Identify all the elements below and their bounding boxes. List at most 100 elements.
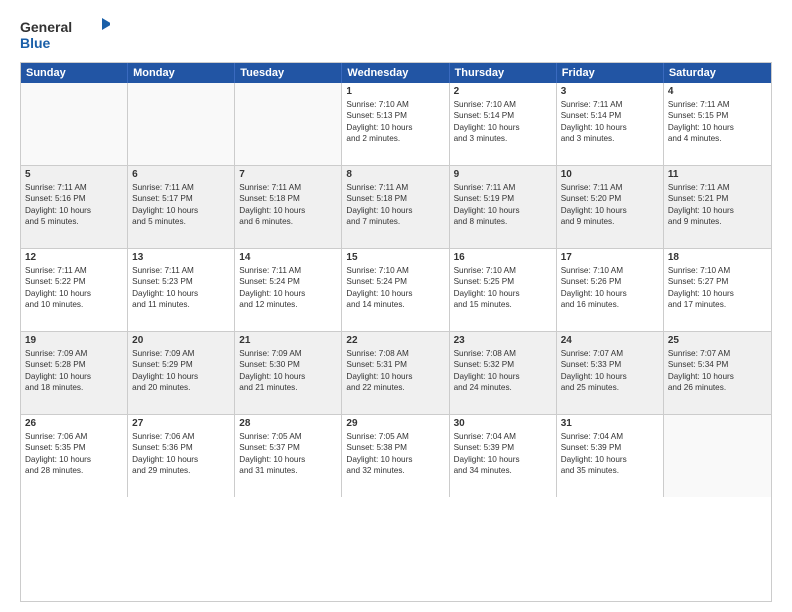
cell-line: and 3 minutes. [454,133,552,144]
cell-line: and 3 minutes. [561,133,659,144]
cal-cell: 22Sunrise: 7:08 AMSunset: 5:31 PMDayligh… [342,332,449,414]
cell-line: Daylight: 10 hours [25,371,123,382]
cell-line: Sunrise: 7:08 AM [346,348,444,359]
cell-line: Sunrise: 7:11 AM [132,265,230,276]
cell-line: Sunset: 5:30 PM [239,359,337,370]
cell-line: Sunrise: 7:04 AM [561,431,659,442]
cell-line: and 17 minutes. [668,299,767,310]
cell-line: and 34 minutes. [454,465,552,476]
cell-line: Sunrise: 7:11 AM [239,182,337,193]
day-number: 14 [239,252,337,263]
cell-line: Daylight: 10 hours [561,122,659,133]
cal-header-wednesday: Wednesday [342,63,449,83]
cell-line: and 31 minutes. [239,465,337,476]
cell-line: Daylight: 10 hours [132,454,230,465]
cell-line: Sunrise: 7:11 AM [668,182,767,193]
day-number: 3 [561,86,659,97]
cell-line: and 35 minutes. [561,465,659,476]
cal-header-thursday: Thursday [450,63,557,83]
cell-line: Sunset: 5:26 PM [561,276,659,287]
cell-line: and 5 minutes. [25,216,123,227]
cal-cell: 3Sunrise: 7:11 AMSunset: 5:14 PMDaylight… [557,83,664,165]
cal-cell: 13Sunrise: 7:11 AMSunset: 5:23 PMDayligh… [128,249,235,331]
cell-line: Sunset: 5:15 PM [668,110,767,121]
cell-line: Sunset: 5:24 PM [239,276,337,287]
cal-week-5: 26Sunrise: 7:06 AMSunset: 5:35 PMDayligh… [21,415,771,497]
cell-line: Sunset: 5:29 PM [132,359,230,370]
cal-cell: 26Sunrise: 7:06 AMSunset: 5:35 PMDayligh… [21,415,128,497]
cell-line: Sunrise: 7:11 AM [346,182,444,193]
cell-line: Daylight: 10 hours [346,205,444,216]
cell-line: Sunrise: 7:11 AM [132,182,230,193]
cal-week-2: 5Sunrise: 7:11 AMSunset: 5:16 PMDaylight… [21,166,771,249]
cal-cell: 17Sunrise: 7:10 AMSunset: 5:26 PMDayligh… [557,249,664,331]
cell-line: Daylight: 10 hours [25,288,123,299]
day-number: 26 [25,418,123,429]
cell-line: Daylight: 10 hours [561,205,659,216]
day-number: 23 [454,335,552,346]
cal-cell: 19Sunrise: 7:09 AMSunset: 5:28 PMDayligh… [21,332,128,414]
cal-cell: 18Sunrise: 7:10 AMSunset: 5:27 PMDayligh… [664,249,771,331]
cell-line: and 2 minutes. [346,133,444,144]
cell-line: and 9 minutes. [561,216,659,227]
cell-line: and 5 minutes. [132,216,230,227]
cell-line: and 11 minutes. [132,299,230,310]
cal-cell: 15Sunrise: 7:10 AMSunset: 5:24 PMDayligh… [342,249,449,331]
cell-line: Sunset: 5:14 PM [561,110,659,121]
cell-line: and 12 minutes. [239,299,337,310]
cell-line: Sunset: 5:27 PM [668,276,767,287]
cell-line: and 14 minutes. [346,299,444,310]
cell-line: and 24 minutes. [454,382,552,393]
cal-cell [21,83,128,165]
cell-line: Daylight: 10 hours [346,454,444,465]
cell-line: Sunset: 5:34 PM [668,359,767,370]
cell-line: Sunset: 5:37 PM [239,442,337,453]
cell-line: Daylight: 10 hours [132,288,230,299]
cal-cell: 7Sunrise: 7:11 AMSunset: 5:18 PMDaylight… [235,166,342,248]
cell-line: and 29 minutes. [132,465,230,476]
day-number: 12 [25,252,123,263]
day-number: 24 [561,335,659,346]
cell-line: Sunrise: 7:10 AM [561,265,659,276]
cell-line: Daylight: 10 hours [454,122,552,133]
cal-cell: 27Sunrise: 7:06 AMSunset: 5:36 PMDayligh… [128,415,235,497]
cal-cell: 28Sunrise: 7:05 AMSunset: 5:37 PMDayligh… [235,415,342,497]
cell-line: Sunrise: 7:10 AM [346,99,444,110]
cell-line: Sunset: 5:25 PM [454,276,552,287]
cell-line: Daylight: 10 hours [454,288,552,299]
cal-cell: 8Sunrise: 7:11 AMSunset: 5:18 PMDaylight… [342,166,449,248]
cell-line: Sunrise: 7:09 AM [132,348,230,359]
cell-line: and 8 minutes. [454,216,552,227]
cell-line: and 26 minutes. [668,382,767,393]
cell-line: and 7 minutes. [346,216,444,227]
cell-line: Daylight: 10 hours [668,205,767,216]
cell-line: Sunset: 5:21 PM [668,193,767,204]
cell-line: Sunset: 5:39 PM [561,442,659,453]
calendar-header-row: SundayMondayTuesdayWednesdayThursdayFrid… [21,63,771,83]
cal-header-monday: Monday [128,63,235,83]
cell-line: Sunrise: 7:04 AM [454,431,552,442]
cell-line: and 10 minutes. [25,299,123,310]
cell-line: and 20 minutes. [132,382,230,393]
cell-line: Daylight: 10 hours [25,205,123,216]
cell-line: Daylight: 10 hours [25,454,123,465]
cell-line: Daylight: 10 hours [132,371,230,382]
cal-cell: 25Sunrise: 7:07 AMSunset: 5:34 PMDayligh… [664,332,771,414]
cell-line: and 15 minutes. [454,299,552,310]
cell-line: Sunset: 5:22 PM [25,276,123,287]
cell-line: Sunset: 5:36 PM [132,442,230,453]
page: General Blue SundayMondayTuesdayWednesda… [0,0,792,612]
cell-line: Sunset: 5:31 PM [346,359,444,370]
cell-line: Sunrise: 7:10 AM [668,265,767,276]
day-number: 31 [561,418,659,429]
cell-line: Daylight: 10 hours [239,371,337,382]
cell-line: Daylight: 10 hours [454,205,552,216]
cell-line: Sunset: 5:38 PM [346,442,444,453]
cell-line: Daylight: 10 hours [239,205,337,216]
day-number: 10 [561,169,659,180]
day-number: 15 [346,252,444,263]
cal-header-sunday: Sunday [21,63,128,83]
cell-line: Sunrise: 7:10 AM [346,265,444,276]
svg-text:Blue: Blue [20,35,51,51]
cell-line: Daylight: 10 hours [668,371,767,382]
